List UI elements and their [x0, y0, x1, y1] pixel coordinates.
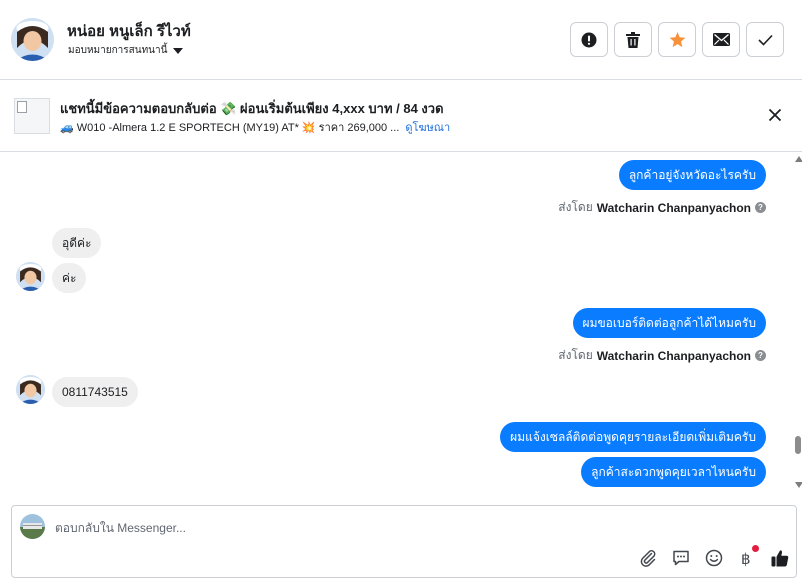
svg-text:฿: ฿ — [741, 550, 751, 568]
thread-scrollbar[interactable] — [792, 152, 802, 497]
contact-avatar-small[interactable] — [16, 262, 45, 291]
checkmark-icon — [757, 34, 773, 46]
exclamation-circle-icon — [581, 32, 597, 47]
ad-subtitle: 🚙 W010 -Almera 1.2 E SPORTECH (MY19) AT*… — [60, 118, 450, 136]
sent-by-label: ส่งโดย Watcharin Chanpanyachon ? — [558, 198, 766, 217]
scroll-down-arrow-icon[interactable] — [795, 482, 802, 488]
page-avatar — [20, 514, 45, 539]
thumbs-up-icon — [771, 550, 789, 567]
incoming-message[interactable]: ค่ะ — [52, 263, 87, 293]
contact-name[interactable]: หน่อย หนูเล็ก รีไวท์ — [67, 19, 191, 43]
reply-composer: ฿ — [11, 505, 797, 578]
star-button[interactable] — [658, 22, 696, 57]
outgoing-message[interactable]: ลูกค้าอยู่จังหวัดอะไรครับ — [618, 160, 766, 190]
reply-input[interactable] — [55, 518, 615, 538]
close-icon — [768, 108, 782, 122]
send-like-button[interactable] — [770, 548, 790, 568]
sent-by-label: ส่งโดย Watcharin Chanpanyachon ? — [558, 346, 766, 365]
ad-context-banner: แชทนี้มีข้อความตอบกลับต่อ 💸 ผ่อนเริ่มต้น… — [0, 81, 802, 152]
assign-label: มอบหมายการสนทนานี้ — [68, 45, 168, 56]
outgoing-message[interactable]: ผมขอเบอร์ติดต่อลูกค้าได้ไหมครับ — [572, 308, 766, 338]
contact-avatar[interactable] — [11, 18, 54, 61]
mark-unread-button[interactable] — [702, 22, 740, 57]
sent-by-prefix: ส่งโดย — [558, 200, 593, 214]
notification-dot — [752, 545, 759, 552]
scroll-thumb[interactable] — [795, 436, 801, 454]
mark-spam-button[interactable] — [570, 22, 608, 57]
assign-conversation-dropdown[interactable]: มอบหมายการสนทนานี้ — [68, 43, 184, 58]
incoming-message[interactable]: อุดีค่ะ — [52, 228, 102, 258]
sent-by-prefix: ส่งโดย — [558, 348, 593, 362]
header-actions — [570, 22, 784, 57]
saved-reply-icon — [673, 550, 689, 566]
sender-name: Watcharin Chanpanyachon — [596, 348, 751, 363]
contact-avatar-small[interactable] — [16, 375, 45, 404]
info-icon[interactable]: ? — [755, 202, 766, 213]
caret-down-icon — [173, 47, 184, 54]
close-ad-banner-button[interactable] — [766, 106, 784, 124]
saved-replies-button[interactable] — [671, 548, 691, 568]
broken-image-icon — [17, 101, 27, 113]
payment-request-button[interactable]: ฿ — [737, 545, 759, 568]
envelope-icon — [712, 33, 730, 46]
composer-tools: ฿ — [638, 545, 790, 568]
ad-subtitle-text: 🚙 W010 -Almera 1.2 E SPORTECH (MY19) AT*… — [60, 122, 400, 134]
attach-file-button[interactable] — [638, 548, 658, 568]
emoji-button[interactable] — [704, 548, 724, 568]
paperclip-icon — [640, 550, 656, 567]
view-ad-link[interactable]: ดูโฆษณา — [405, 122, 450, 134]
outgoing-message[interactable]: ผมแจ้งเซลล์ติดต่อพูดคุยรายละเอียดเพิ่มเต… — [500, 422, 766, 452]
emoji-icon — [705, 549, 723, 567]
star-icon — [669, 31, 685, 47]
scroll-up-arrow-icon[interactable] — [795, 156, 802, 162]
mark-done-button[interactable] — [746, 22, 784, 57]
ad-title: แชทนี้มีข้อความตอบกลับต่อ 💸 ผ่อนเริ่มต้น… — [60, 101, 444, 116]
conversation-header: หน่อย หนูเล็ก รีไวท์ มอบหมายการสนทนานี้ — [0, 0, 802, 80]
sender-name: Watcharin Chanpanyachon — [596, 200, 751, 215]
incoming-message[interactable]: 0811743515 — [52, 377, 138, 407]
info-icon[interactable]: ? — [755, 350, 766, 361]
delete-button[interactable] — [614, 22, 652, 57]
outgoing-message[interactable]: ลูกค้าสะดวกพูดคุยเวลาไหนครับ — [581, 457, 766, 487]
trash-icon — [626, 31, 640, 48]
ad-thumbnail[interactable] — [14, 98, 50, 134]
message-thread: ลูกค้าอยู่จังหวัดอะไรครับ ส่งโดย Watchar… — [0, 152, 802, 502]
